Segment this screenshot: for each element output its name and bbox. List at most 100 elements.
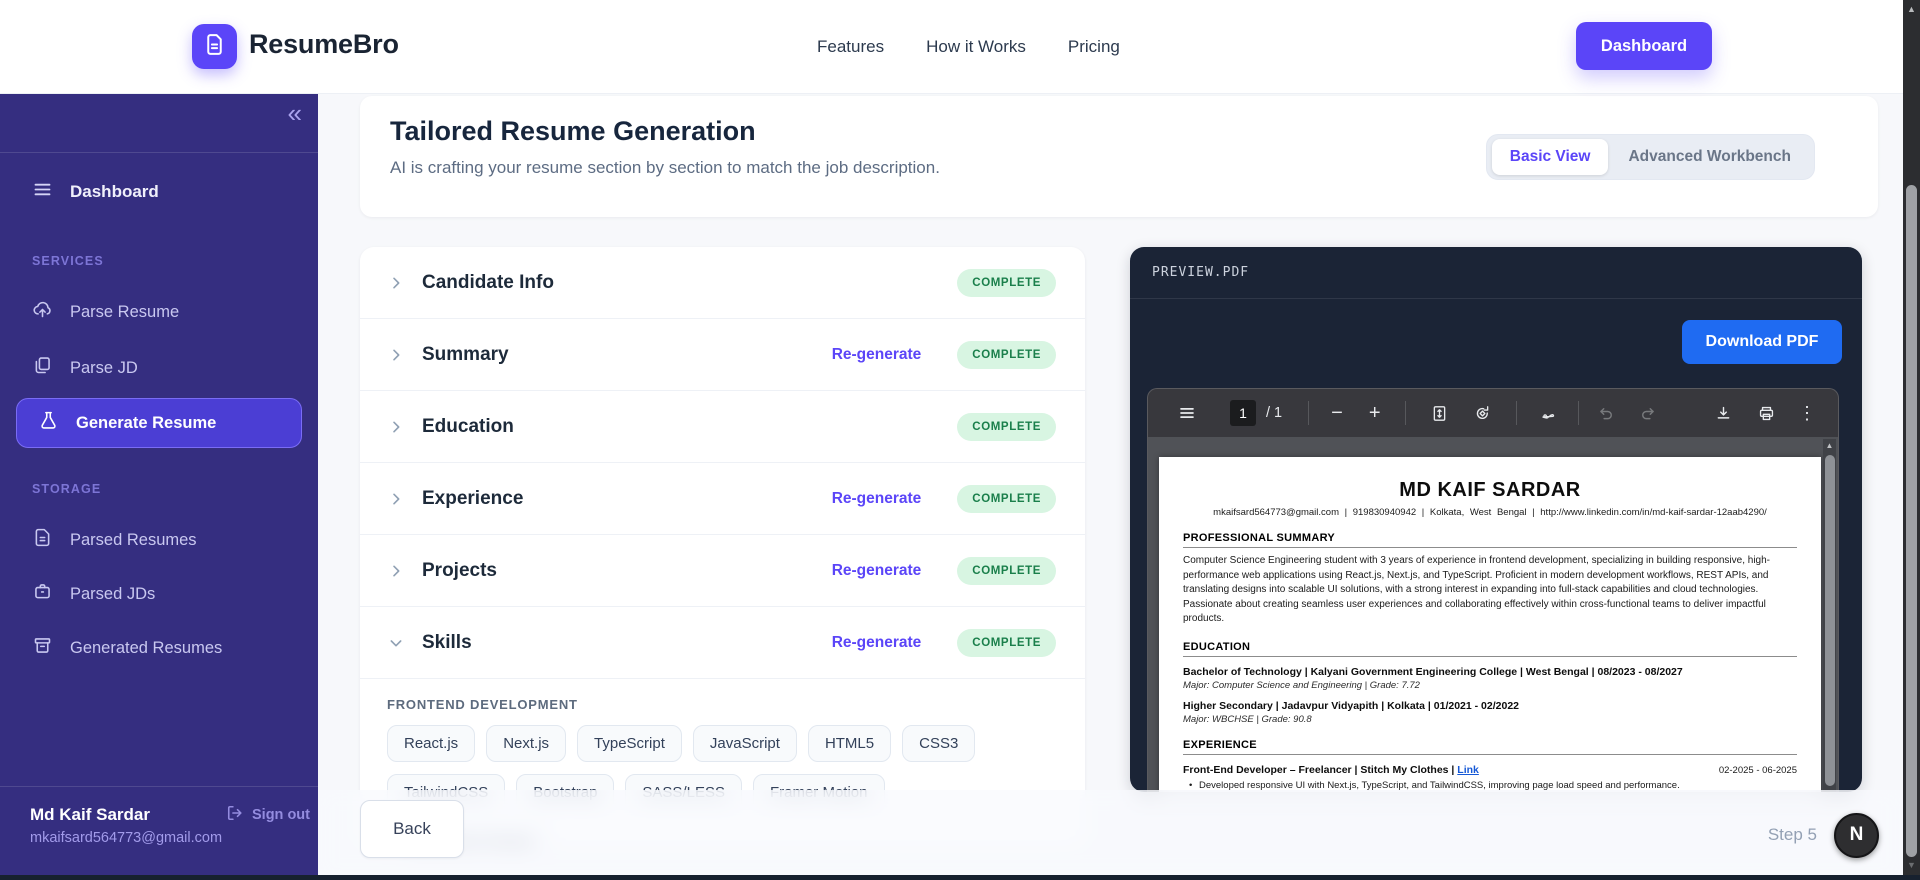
brand-name: ResumeBro bbox=[249, 29, 399, 59]
toolbar-divider bbox=[1404, 401, 1406, 425]
chevron-right-icon bbox=[387, 346, 405, 364]
toggle-advanced-workbench[interactable]: Advanced Workbench bbox=[1610, 139, 1809, 175]
download-icon[interactable] bbox=[1714, 404, 1733, 423]
preview-title: PREVIEW.PDF bbox=[1152, 265, 1250, 280]
scrollbar-down-icon[interactable]: ▼ bbox=[1903, 860, 1920, 870]
sidebar-item-parsed-jds[interactable]: Parsed JDs bbox=[0, 572, 318, 616]
sign-out-button[interactable]: Sign out bbox=[225, 803, 311, 828]
sidebar-item-dashboard[interactable]: Dashboard bbox=[0, 170, 318, 214]
avatar[interactable]: N bbox=[1834, 812, 1879, 858]
page-scrollbar[interactable]: ▲ ▼ bbox=[1903, 0, 1920, 880]
hamburger-icon bbox=[32, 179, 53, 205]
sidebar-item-generate-resume-active[interactable]: Generate Resume bbox=[16, 398, 302, 448]
viewer-scrollbar-thumb[interactable] bbox=[1824, 455, 1835, 786]
page-count-label: / 1 bbox=[1266, 405, 1283, 421]
sidebar-item-label: Generated Resumes bbox=[70, 638, 223, 657]
dashboard-button[interactable]: Dashboard bbox=[1576, 22, 1712, 70]
undo-icon[interactable] bbox=[1597, 404, 1616, 423]
sidebar-item-generated-resumes[interactable]: Generated Resumes bbox=[0, 626, 318, 670]
resume-education-title: Higher Secondary | Jadavpur Vidyapith | … bbox=[1183, 699, 1520, 712]
sidebar-item-parse-resume[interactable]: Parse Resume bbox=[0, 290, 318, 334]
sidebar-item-parse-jd[interactable]: Parse JD bbox=[0, 346, 318, 390]
page-number-input[interactable]: 1 bbox=[1230, 400, 1256, 426]
sidebar-item-label: Parsed Resumes bbox=[70, 530, 197, 549]
preview-header: PREVIEW.PDF bbox=[1130, 247, 1862, 299]
viewer-scroll-up-icon[interactable]: ▲ bbox=[1823, 441, 1836, 450]
sidebar: « Dashboard SERVICES Parse Resume Parse … bbox=[0, 94, 318, 880]
regenerate-button[interactable]: Re-generate bbox=[832, 346, 922, 364]
zoom-in-icon[interactable]: + bbox=[1369, 403, 1381, 423]
sidebar-item-label: Generate Resume bbox=[76, 413, 217, 432]
status-badge: COMPLETE bbox=[957, 340, 1056, 369]
skill-tag: JavaScript bbox=[692, 725, 797, 762]
resume-experience-heading: EXPERIENCE bbox=[1183, 739, 1797, 755]
zoom-out-icon[interactable]: − bbox=[1331, 403, 1343, 423]
flask-icon bbox=[38, 410, 59, 436]
page-header-card: Tailored Resume Generation AI is craftin… bbox=[360, 96, 1878, 217]
sidebar-section-storage: STORAGE bbox=[32, 482, 102, 496]
nav-link-features[interactable]: Features bbox=[817, 37, 884, 57]
section-row-projects[interactable]: Projects Re-generate COMPLETE bbox=[360, 535, 1085, 607]
rotate-icon[interactable] bbox=[1473, 404, 1492, 423]
view-toggle: Basic View Advanced Workbench bbox=[1485, 134, 1815, 180]
file-icon bbox=[32, 527, 53, 553]
pdf-preview-panel: PREVIEW.PDF Download PDF 1 / 1 − + ⋮ MD … bbox=[1130, 247, 1862, 792]
section-row-skills[interactable]: Skills Re-generate COMPLETE bbox=[360, 607, 1085, 679]
section-row-summary[interactable]: Summary Re-generate COMPLETE bbox=[360, 319, 1085, 391]
section-row-experience[interactable]: Experience Re-generate COMPLETE bbox=[360, 463, 1085, 535]
print-icon[interactable] bbox=[1757, 404, 1776, 423]
section-title: Candidate Info bbox=[422, 271, 554, 293]
sidebar-item-label: Dashboard bbox=[70, 182, 159, 201]
nav-link-pricing[interactable]: Pricing bbox=[1068, 37, 1120, 57]
regenerate-button[interactable]: Re-generate bbox=[832, 634, 922, 652]
resume-experience-bullet: Developed responsive UI with Next.js, Ty… bbox=[1183, 780, 1797, 791]
user-email: mkaifsard564773@gmail.com bbox=[30, 830, 223, 846]
resume-experience-link[interactable]: Link bbox=[1457, 764, 1479, 776]
section-title: Projects bbox=[422, 559, 497, 581]
resume-page: MD KAIF SARDAR mkaifsard564773@gmail.com… bbox=[1159, 457, 1821, 792]
resume-name: MD KAIF SARDAR bbox=[1399, 479, 1581, 501]
more-options-icon[interactable]: ⋮ bbox=[1798, 403, 1816, 424]
sidebar-item-label: Parse JD bbox=[70, 358, 138, 377]
annotate-pen-icon[interactable] bbox=[1539, 404, 1558, 423]
section-title: Summary bbox=[422, 343, 509, 365]
sidebar-collapse-icon[interactable]: « bbox=[288, 98, 302, 129]
skill-tag: HTML5 bbox=[807, 725, 892, 762]
sidebar-divider bbox=[0, 152, 318, 153]
page-title: Tailored Resume Generation bbox=[390, 116, 756, 146]
scrollbar-thumb[interactable] bbox=[1906, 185, 1917, 857]
pdf-viewer: 1 / 1 − + ⋮ MD KAIF SARDAR mkaifsard5647… bbox=[1147, 388, 1839, 792]
section-row-education[interactable]: Education COMPLETE bbox=[360, 391, 1085, 463]
download-pdf-button[interactable]: Download PDF bbox=[1682, 320, 1842, 364]
sidebar-section-services: SERVICES bbox=[32, 254, 104, 268]
taskbar-edge bbox=[0, 875, 1920, 880]
brand-logo[interactable] bbox=[192, 24, 237, 69]
nav-link-how-it-works[interactable]: How it Works bbox=[926, 37, 1026, 57]
section-row-candidate-info[interactable]: Candidate Info COMPLETE bbox=[360, 247, 1085, 319]
pdf-menu-icon[interactable] bbox=[1178, 404, 1196, 422]
resume-contact: mkaifsard564773@gmail.com | 919830940942… bbox=[1213, 507, 1767, 518]
scrollbar-up-icon[interactable]: ▲ bbox=[1903, 4, 1920, 14]
regenerate-button[interactable]: Re-generate bbox=[832, 490, 922, 508]
section-title: Education bbox=[422, 415, 514, 437]
pdf-viewer-scrollbar[interactable]: ▲ bbox=[1823, 439, 1836, 792]
status-badge: COMPLETE bbox=[957, 556, 1056, 585]
toolbar-divider bbox=[1577, 401, 1579, 425]
resume-summary-text: Computer Science Engineering student wit… bbox=[1183, 555, 1771, 624]
status-badge: COMPLETE bbox=[957, 412, 1056, 441]
page-subtitle: AI is crafting your resume section by se… bbox=[390, 158, 940, 177]
back-button[interactable]: Back bbox=[360, 800, 464, 858]
sidebar-item-parsed-resumes[interactable]: Parsed Resumes bbox=[0, 518, 318, 562]
toolbar-divider bbox=[1515, 401, 1517, 425]
toolbar-divider bbox=[1308, 401, 1310, 425]
toggle-basic-view[interactable]: Basic View bbox=[1491, 139, 1609, 175]
footer-right: Step 5 N bbox=[1768, 790, 1879, 880]
regenerate-button[interactable]: Re-generate bbox=[832, 562, 922, 580]
step-indicator: Step 5 bbox=[1767, 825, 1817, 844]
fit-to-page-icon[interactable] bbox=[1430, 404, 1449, 423]
skill-tag: CSS3 bbox=[902, 725, 976, 762]
redo-icon[interactable] bbox=[1638, 404, 1657, 423]
status-badge: COMPLETE bbox=[957, 628, 1056, 657]
chevron-down-icon bbox=[387, 634, 405, 652]
resume-education-title: Bachelor of Technology | Kalyani Governm… bbox=[1183, 665, 1683, 678]
